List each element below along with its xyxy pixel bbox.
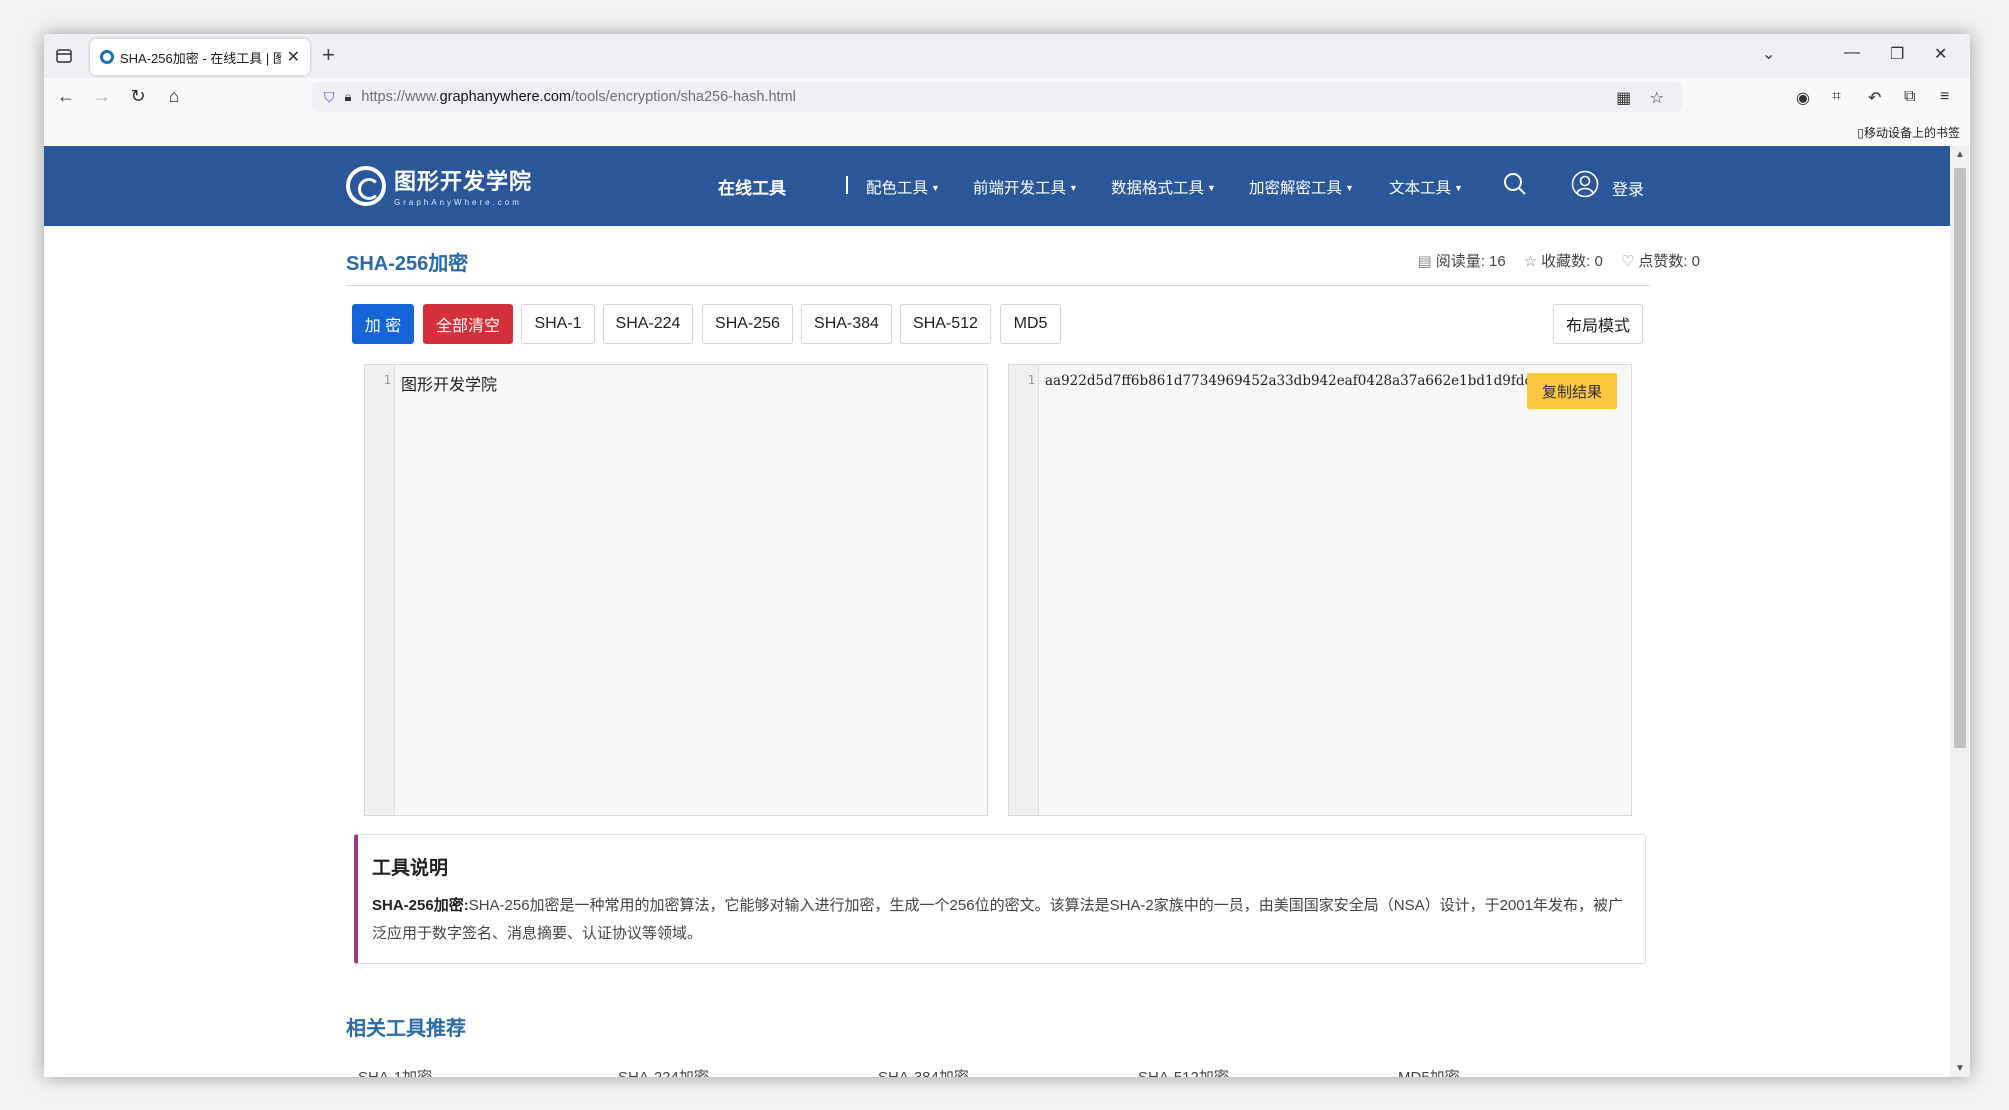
output-line-number: 1 [1027,373,1035,387]
reload-icon[interactable]: ↻ [126,86,150,107]
scroll-down-icon[interactable]: ▼ [1955,1063,1965,1074]
menu-icon[interactable]: ≡ [1940,88,1949,106]
bookmark-star-icon[interactable]: ☆ [1650,90,1664,107]
read-count: ▤ 阅读量: 16 [1417,253,1506,270]
url-text: https://www.graphanywhere.com/tools/encr… [361,89,796,105]
nav-online-tools[interactable]: 在线工具 [718,174,786,199]
tab-title: SHA-256加密 - 在线工具 | 图形 [120,50,281,66]
account-icon[interactable]: ◉ [1796,88,1810,108]
browser-window: SHA-256加密 - 在线工具 | 图形 ✕ + ⌄ — ❐ ✕ ← → ↻ … [44,34,1970,1077]
caret-down-icon: ▼ [931,183,940,193]
search-icon[interactable] [1503,172,1527,196]
logo-subtitle: GraphAnyWhere.com [394,198,522,207]
nav-item-crypto-tools[interactable]: 加密解密工具 ▼ [1249,176,1354,198]
bookmarks-bar: ▯移动设备上的书签 [44,118,1970,146]
mobile-bookmarks[interactable]: ▯移动设备上的书签 [1857,124,1960,141]
address-bar[interactable]: ⛉ 🔒︎ https://www.graphanywhere.com/tools… [312,82,1682,112]
input-editor[interactable]: 1 图形开发学院 [364,364,988,816]
algo-sha384-button[interactable]: SHA-384 [801,304,892,344]
related-item-sha1[interactable]: SHA-1加密 [358,1066,432,1077]
screenshot-frame: SHA-256加密 - 在线工具 | 图形 ✕ + ⌄ — ❐ ✕ ← → ↻ … [0,0,2009,1110]
copy-result-button[interactable]: 复制结果 [1527,373,1617,409]
minimize-icon[interactable]: — [1844,44,1860,62]
caret-down-icon: ▼ [1345,183,1354,193]
algo-sha256-button[interactable]: SHA-256 [702,304,793,344]
page-scrollbar[interactable]: ▲ ▼ [1950,146,1970,1077]
url-actions: ▦ ☆ [1616,88,1664,108]
forward-icon[interactable]: → [90,86,114,107]
read-icon: ▤ [1417,253,1432,270]
login-link[interactable]: 登录 [1612,176,1644,200]
algo-md5-button[interactable]: MD5 [1000,304,1061,344]
close-window-icon[interactable]: ✕ [1934,44,1947,64]
qr-code-icon[interactable]: ▦ [1616,90,1631,107]
title-divider [346,285,1650,286]
nav-separator [846,176,848,194]
nav-item-frontend-tools[interactable]: 前端开发工具 ▼ [973,176,1078,198]
logo-mark-icon [346,165,386,206]
related-item-md5[interactable]: MD5加密 [1398,1066,1460,1077]
shield-icon[interactable]: ⛉ [324,89,335,106]
undo-icon[interactable]: ↶ [1868,88,1881,108]
favorite-count[interactable]: ☆ 收藏数: 0 [1524,250,1603,271]
page-viewport: 图形开发学院 GraphAnyWhere.com 在线工具 配色工具 ▼ 前端开发… [44,146,1950,1077]
nav-item-color-tools[interactable]: 配色工具 ▼ [866,176,940,198]
encrypt-button[interactable]: 加 密 [352,304,414,344]
caret-down-icon: ▼ [1454,183,1463,193]
new-tab-button[interactable]: + [322,42,335,68]
tab-active[interactable]: SHA-256加密 - 在线工具 | 图形 ✕ [90,39,310,75]
navigation-bar: ← → ↻ ⌂ ⛉ 🔒︎ https://www.graphanywhere.c… [44,78,1970,118]
back-icon[interactable]: ← [54,86,78,107]
input-text[interactable]: 图形开发学院 [401,371,497,395]
related-item-sha224[interactable]: SHA-224加密 [618,1066,709,1077]
home-icon[interactable]: ⌂ [162,86,186,107]
algo-sha1-button[interactable]: SHA-1 [521,304,595,344]
description-body: SHA-256加密:SHA-256加密是一种常用的加密算法，它能够对输入进行加密… [372,897,1623,942]
layout-mode-button[interactable]: 布局模式 [1553,304,1643,344]
nav-item-text-tools[interactable]: 文本工具 ▼ [1389,176,1463,198]
page-title: SHA-256加密 [346,253,469,275]
related-item-sha512[interactable]: SHA-512加密 [1138,1066,1229,1077]
restore-icon[interactable]: ❐ [1890,44,1904,64]
input-line-number: 1 [383,373,391,387]
site-logo[interactable]: 图形开发学院 GraphAnyWhere.com [346,164,532,207]
like-count[interactable]: ♡ 点赞数: 0 [1621,250,1700,271]
caret-down-icon: ▼ [1207,183,1216,193]
tab-strip: SHA-256加密 - 在线工具 | 图形 ✕ + ⌄ — ❐ ✕ [44,34,1970,78]
site-header: 图形开发学院 GraphAnyWhere.com 在线工具 配色工具 ▼ 前端开发… [44,146,1950,226]
tool-description-box: 工具说明 SHA-256加密:SHA-256加密是一种常用的加密算法，它能够对输… [354,834,1646,964]
lock-icon[interactable]: 🔒︎ [345,89,352,105]
extensions-icon[interactable]: ⧉ [1904,88,1915,106]
scroll-up-icon[interactable]: ▲ [1955,149,1965,160]
related-tools-title: 相关工具推荐 [346,1018,466,1040]
nav-item-data-format-tools[interactable]: 数据格式工具 ▼ [1111,176,1216,198]
tab-close-icon[interactable]: ✕ [287,47,300,67]
related-item-sha384[interactable]: SHA-384加密 [878,1066,969,1077]
tab-overflow-icon[interactable]: ⌄ [1762,44,1775,64]
input-gutter: 1 [365,365,395,815]
clear-all-button[interactable]: 全部清空 [423,304,513,344]
algo-sha224-button[interactable]: SHA-224 [603,304,693,344]
heart-icon: ♡ [1620,253,1635,270]
star-icon: ☆ [1523,253,1538,270]
algo-sha512-button[interactable]: SHA-512 [900,304,991,344]
logo-name: 图形开发学院 [394,169,533,194]
tab-list-icon[interactable] [54,46,74,66]
output-hash-text[interactable]: aa922d5d7ff6b861d7734969452a33db942eaf04… [1045,373,1541,389]
screenshot-icon[interactable]: ⌗ [1832,88,1841,106]
caret-down-icon: ▼ [1069,183,1078,193]
output-editor[interactable]: 1 aa922d5d7ff6b861d7734969452a33db942eaf… [1008,364,1632,816]
site-favicon-icon [100,50,114,64]
scroll-thumb[interactable] [1954,168,1966,748]
user-icon[interactable] [1571,170,1599,198]
page-stats: ▤ 阅读量: 16 ☆ 收藏数: 0 ♡ 点赞数: 0 [1418,250,1701,271]
output-gutter: 1 [1009,365,1039,815]
description-heading: 工具说明 [372,858,449,879]
